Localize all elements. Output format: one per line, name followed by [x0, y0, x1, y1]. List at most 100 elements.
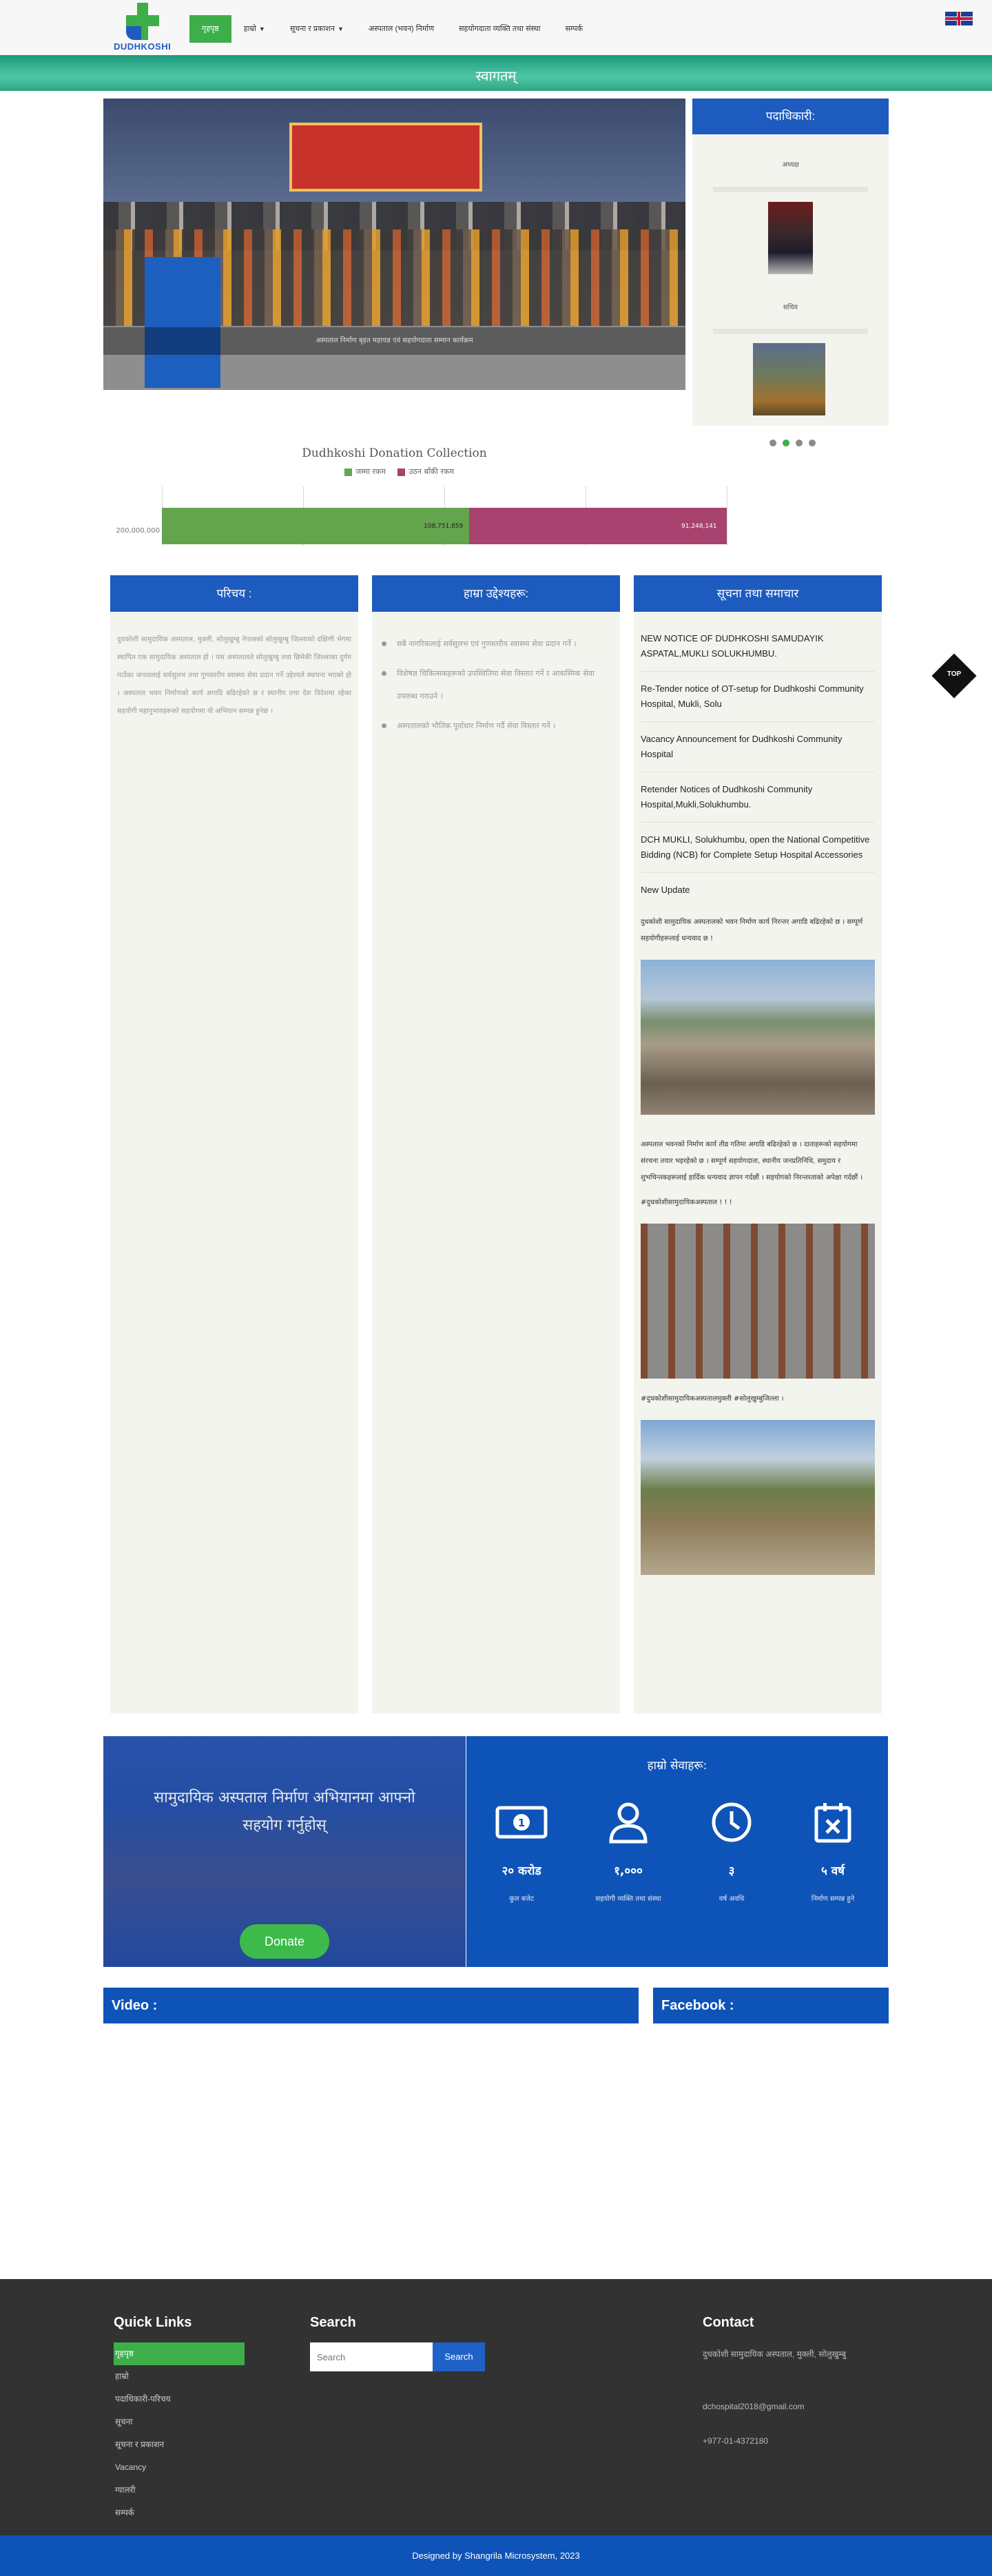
stat-value: ३ — [728, 1864, 735, 1878]
nav-contact[interactable]: सम्पर्क — [552, 15, 595, 43]
quick-link[interactable]: हाम्रो — [114, 2365, 245, 2388]
main-nav: गृहपृष्ठ हाम्रो ▼ सूचना र प्रकाशन ▼ अस्पता… — [189, 15, 595, 43]
footer-credit: Designed by Shangrila Microsystem, 2023 — [0, 2535, 992, 2576]
nav-about[interactable]: हाम्रो ▼ — [231, 15, 278, 43]
stat-label: कुल बजेट — [509, 1895, 534, 1903]
site-logo[interactable]: DUDHKOSHI — [114, 1, 172, 52]
quick-link[interactable]: सूचना र प्रकाशन — [114, 2433, 245, 2456]
quick-link[interactable]: Vacancy — [114, 2456, 245, 2479]
news-link[interactable]: NEW NOTICE OF DUDHKOSHI SAMUDAYIK ASPATA… — [641, 623, 875, 672]
construction-photo — [641, 1224, 875, 1379]
legend-label: जम्मा रकम — [355, 467, 386, 476]
uk-flag-icon[interactable] — [945, 12, 973, 25]
goals-panel: हाम्रा उद्देश्यहरू: सबै नागरिकलाई सर्वसु… — [372, 575, 620, 1713]
donate-panel: सामुदायिक अस्पताल निर्माण अभियानमा आफ्नो… — [103, 1736, 466, 1967]
stats-title: हाम्रो सेवाहरू: — [647, 1759, 707, 1773]
bar-value-label: 91,248,141 — [681, 523, 717, 530]
slider-dot[interactable] — [796, 440, 803, 446]
divider — [713, 187, 868, 192]
update-text: दुधकोशी सामुदायिक अस्पतालको भवन निर्माण … — [641, 918, 863, 942]
stat-label: निर्माण सम्पन्न हुने — [811, 1895, 855, 1903]
podium-image — [145, 257, 220, 388]
nav-construction[interactable]: अस्पताल (भवन) निर्माण — [356, 15, 446, 43]
legend-swatch — [397, 468, 406, 476]
nav-donors[interactable]: सहयोगदाता व्यक्ति तथा संस्था — [446, 15, 552, 43]
back-to-top-label: TOP — [947, 670, 962, 678]
staff-title: पदाधिकारी: — [692, 99, 889, 134]
list-item: विशेषज्ञ चिकित्सकहरूको उपस्थितिमा सेवा व… — [382, 662, 610, 708]
staff-role: अध्यक्ष — [782, 161, 799, 169]
stat-value: १,००० — [614, 1864, 643, 1878]
quick-links-list: गृहपृष्ठ हाम्रो पदाधिकारी-परिचय सूचना सू… — [114, 2342, 245, 2524]
chevron-down-icon: ▼ — [337, 25, 344, 32]
stat-item: ३ वर्ष अवधि — [683, 1802, 780, 1907]
intro-title: परिचय : — [110, 575, 358, 612]
quick-link[interactable]: सम्पर्क — [114, 2502, 245, 2524]
staff-panel: पदाधिकारी: अध्यक्ष सचिव — [692, 99, 889, 426]
search-title: Search — [310, 2315, 356, 2330]
contact-address: दुधकोशी सामुदायिक अस्पताल, मुक्ली, सोलुख… — [703, 2349, 847, 2359]
quick-links-title: Quick Links — [114, 2315, 192, 2330]
goals-title: हाम्रा उद्देश्यहरू: — [372, 575, 620, 612]
donate-text: सामुदायिक अस्पताल निर्माण अभियानमा आफ्नो… — [154, 1789, 415, 1834]
contact-title: Contact — [703, 2315, 754, 2330]
news-link[interactable]: Re-Tender notice of OT-setup for Dudhkos… — [641, 672, 875, 722]
search-button[interactable]: Search — [433, 2342, 485, 2371]
legend-swatch — [344, 468, 353, 476]
clock-icon — [683, 1802, 780, 1843]
quick-link[interactable]: पदाधिकारी-परिचय — [114, 2388, 245, 2411]
welcome-title: स्वागतम् — [475, 69, 517, 84]
axis-label: 200,000,000 — [116, 527, 160, 535]
logo-text: DUDHKOSHI — [114, 41, 172, 52]
news-link[interactable]: New Update — [641, 873, 875, 902]
stat-item: 1 २० करोड कुल बजेट — [473, 1802, 570, 1907]
contact-email[interactable]: dchospital2018@gmail.com — [703, 2398, 805, 2415]
update-text: अस्पताल भवनको निर्माण कार्य तीव्र गतिमा … — [641, 1141, 863, 1182]
legend-label: उठन बाँकी रकम — [409, 467, 454, 476]
stat-label: वर्ष अवधि — [719, 1895, 745, 1903]
user-icon — [580, 1802, 676, 1844]
news-link[interactable]: Vacancy Announcement for Dudhkoshi Commu… — [641, 722, 875, 772]
quick-link[interactable]: ग्यालरी — [114, 2479, 245, 2502]
stat-item: ५ वर्ष निर्माण सम्पन्न हुने — [785, 1802, 881, 1907]
news-panel: सूचना तथा समाचार NEW NOTICE OF DUDHKOSHI… — [634, 575, 882, 1713]
stat-value: २० करोड — [502, 1864, 541, 1878]
video-title: Video : — [103, 1988, 639, 2023]
slider-dot[interactable] — [783, 440, 789, 446]
nav-home[interactable]: गृहपृष्ठ — [189, 15, 231, 43]
chart-title: Dudhkoshi Donation Collection — [302, 446, 487, 460]
news-link[interactable]: Retender Notices of Dudhkoshi Community … — [641, 772, 875, 823]
intro-panel: परिचय : दुधकोशी सामुदायिक अस्पताल, मुक्ल… — [110, 575, 358, 1713]
goals-list: सबै नागरिकलाई सर्वसुलभ एवं गुणस्तरीय स्व… — [372, 612, 620, 737]
hashtag-text: #दुधकोशीसामुदायिकअस्पतालमुक्ली #सोलुखुम्… — [641, 1395, 784, 1403]
facebook-title: Facebook : — [653, 1988, 889, 2023]
donate-button[interactable]: Donate — [240, 1924, 329, 1959]
stats-panel: हाम्रो सेवाहरू: 1 २० करोड कुल बजेट १,०००… — [466, 1736, 888, 1967]
quick-link[interactable]: गृहपृष्ठ — [114, 2342, 245, 2365]
staff-photo — [753, 343, 825, 415]
search-input[interactable] — [310, 2342, 433, 2371]
contact-phone[interactable]: +977-01-4372180 — [703, 2432, 768, 2450]
bar-value-label: 108,751,859 — [424, 523, 464, 530]
staff-photo — [768, 202, 813, 274]
stat-label: सहयोगी व्यक्ति तथा संस्था — [595, 1895, 661, 1903]
donation-chart: 108,751,859 91,248,141 — [162, 486, 727, 546]
event-banner-image — [289, 123, 482, 192]
construction-photo — [641, 960, 875, 1115]
construction-photo — [641, 1420, 875, 1575]
site-header: DUDHKOSHI गृहपृष्ठ हाम्रो ▼ सूचना र प्रका… — [0, 0, 992, 55]
quick-link[interactable]: सूचना — [114, 2411, 245, 2433]
slider-dot[interactable] — [769, 440, 776, 446]
stat-value: ५ वर्ष — [820, 1864, 845, 1878]
slider-dot[interactable] — [809, 440, 816, 446]
slider-caption: अस्पताल निर्माण बृहत महायज्ञ एवं सहयोगदा… — [103, 327, 685, 355]
nav-notices[interactable]: सूचना र प्रकाशन ▼ — [278, 15, 356, 43]
divider — [713, 329, 868, 334]
slider-dots — [769, 440, 816, 446]
chart-legend: जम्मा रकम उठन बाँकी रकम — [103, 466, 685, 477]
hashtag-text: #दुधकोशीसामुदायिकअस्पताल ! ! ! — [641, 1199, 732, 1206]
money-icon: 1 — [473, 1802, 570, 1843]
intro-text: दुधकोशी सामुदायिक अस्पताल, मुक्ली, सोलुख… — [117, 636, 351, 715]
news-link[interactable]: DCH MUKLI, Solukhumbu, open the National… — [641, 823, 875, 873]
staff-role: सचिव — [783, 304, 798, 311]
